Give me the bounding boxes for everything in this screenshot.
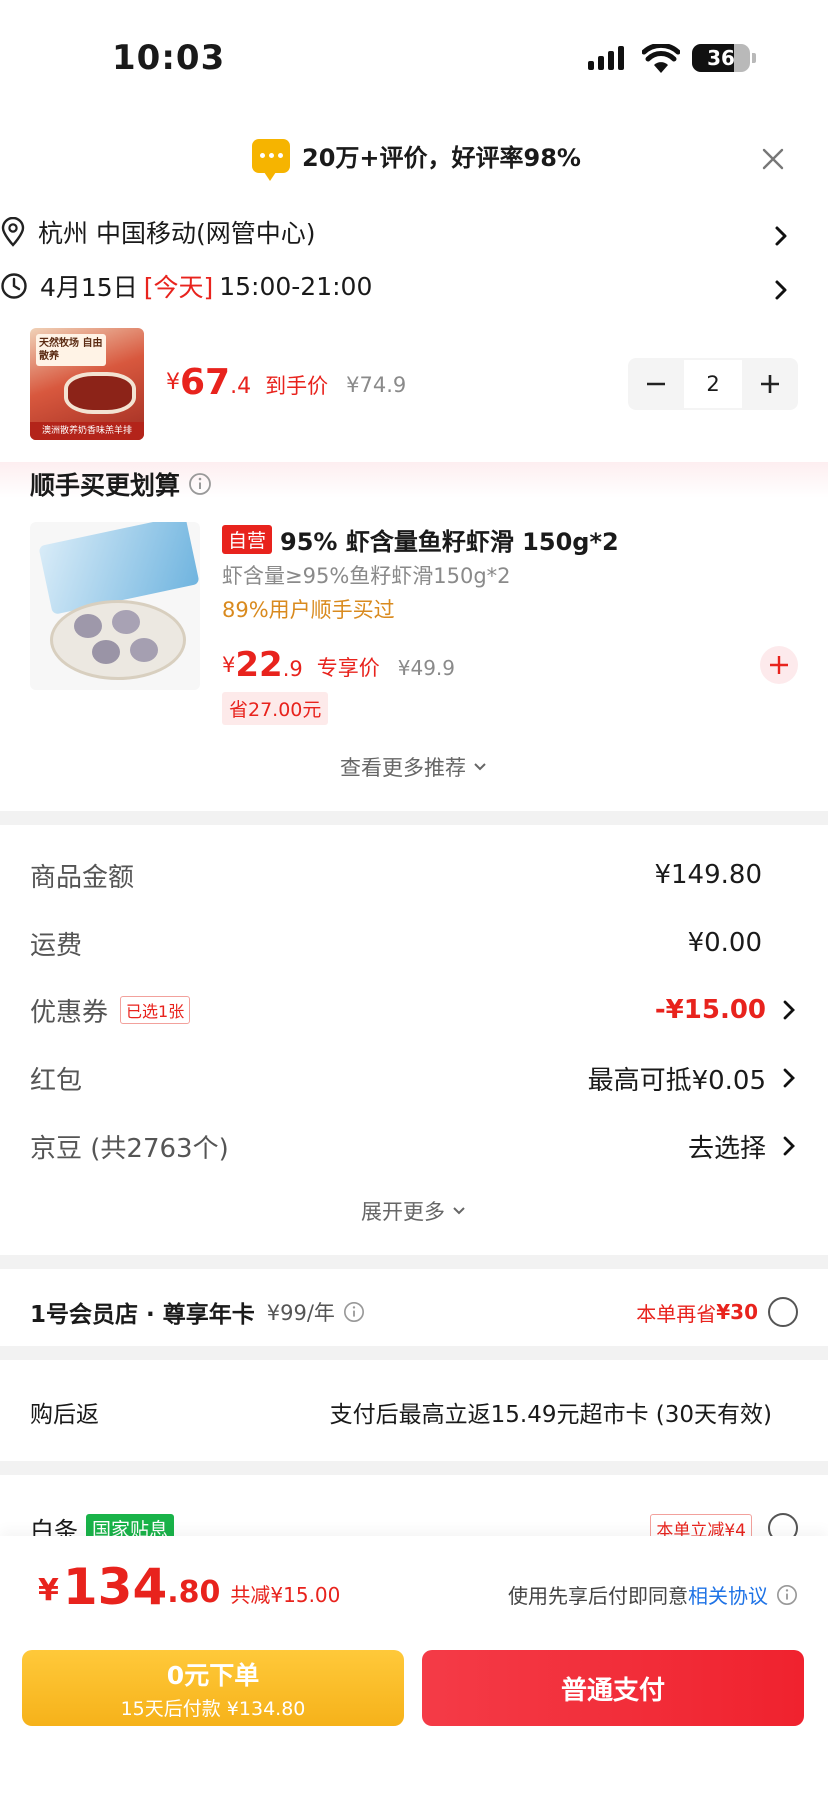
recommend-header: 顺手买更划算 bbox=[30, 466, 212, 502]
recommend-product-spec: 虾含量≥95%鱼籽虾滑150g*2 bbox=[222, 564, 511, 588]
info-icon[interactable] bbox=[188, 472, 212, 496]
coupon-selected-badge: 已选1张 bbox=[120, 996, 191, 1024]
clock-icon bbox=[1, 273, 27, 299]
total-price: ¥ 134 .80 共减¥15.00 bbox=[38, 1558, 341, 1616]
plus-icon bbox=[770, 656, 788, 674]
membership-radio[interactable] bbox=[768, 1297, 798, 1327]
product-image-caption: 天然牧场 自由散养 bbox=[36, 334, 106, 366]
recommend-price: ¥ 22 .9 专享价 ¥49.9 bbox=[222, 645, 456, 685]
close-icon[interactable] bbox=[758, 144, 788, 174]
membership-row[interactable]: 1号会员店 · 尊享年卡 ¥99/年 本单再省 ¥30 bbox=[30, 1292, 798, 1332]
battery-level: 36 bbox=[707, 46, 735, 70]
main-product-price: ¥ 67 .4 到手价 ¥74.9 bbox=[166, 362, 407, 403]
cashback-row: 购后返 支付后最高立返15.49元超市卡 (30天有效) bbox=[30, 1392, 798, 1432]
plus-icon bbox=[761, 375, 779, 393]
price-label: 到手价 bbox=[265, 373, 329, 398]
add-recommend-button[interactable] bbox=[760, 646, 798, 684]
agreement-line: 使用先享后付即同意 相关协议 bbox=[508, 1580, 798, 1609]
chevron-right-icon bbox=[775, 280, 787, 300]
chevron-down-icon bbox=[474, 763, 486, 771]
cellular-signal-icon bbox=[588, 46, 624, 70]
recommend-product-name[interactable]: 95% 虾含量鱼籽虾滑 150g*2 bbox=[280, 522, 619, 557]
status-time: 10:03 bbox=[112, 38, 226, 78]
chat-bubble-icon bbox=[252, 138, 290, 181]
chevron-right-icon bbox=[783, 1000, 795, 1020]
shipping-value: ¥0.00 bbox=[687, 928, 762, 958]
quantity-stepper[interactable]: 2 bbox=[628, 358, 798, 410]
normal-pay-button[interactable]: 普通支付 bbox=[422, 1650, 804, 1726]
product-image-footer: 澳洲散养奶香味羔羊排 bbox=[30, 422, 144, 440]
battery-icon: 36 bbox=[692, 44, 750, 72]
cashback-text: 支付后最高立返15.49元超市卡 (30天有效) bbox=[329, 1402, 772, 1428]
info-icon[interactable] bbox=[343, 1301, 365, 1323]
original-price: ¥74.9 bbox=[346, 372, 407, 397]
delivery-window: 15:00-21:00 bbox=[219, 271, 373, 301]
info-icon[interactable] bbox=[776, 1584, 798, 1606]
more-recommend-link[interactable]: 查看更多推荐 bbox=[0, 752, 828, 782]
shipping-row: 运费 ¥0.00 bbox=[30, 928, 762, 961]
coupon-value: -¥15.00 bbox=[654, 995, 766, 1025]
delivery-date: 4月15日 bbox=[40, 273, 138, 302]
total-reduced: 共减¥15.00 bbox=[230, 1582, 341, 1607]
chevron-down-icon bbox=[453, 1207, 465, 1215]
delivery-today: [今天] bbox=[143, 273, 214, 302]
recommend-title: 顺手买更划算 bbox=[30, 471, 181, 500]
chevron-right-icon bbox=[775, 226, 787, 246]
cashback-label: 购后返 bbox=[30, 1402, 99, 1428]
review-banner: 20万+评价，好评率98% bbox=[252, 138, 581, 181]
increment-button[interactable] bbox=[742, 358, 798, 410]
review-banner-text: 20万+评价，好评率98% bbox=[302, 144, 581, 172]
agreement-link[interactable]: 相关协议 bbox=[688, 1580, 768, 1609]
quantity-field[interactable]: 2 bbox=[684, 358, 742, 410]
self-operated-tag: 自营 bbox=[222, 525, 273, 554]
save-amount-badge: 省27.00元 bbox=[222, 692, 329, 725]
jd-beans-row[interactable]: 京豆 (共2763个) 去选择 bbox=[30, 1126, 798, 1166]
membership-price: ¥99/年 bbox=[266, 1301, 335, 1325]
zero-pay-order-button[interactable]: 0元下单 15天后付款 ¥134.80 bbox=[22, 1650, 404, 1726]
jd-beans-value: 去选择 bbox=[687, 1133, 766, 1164]
expand-more-link[interactable]: 展开更多 bbox=[0, 1196, 828, 1226]
recommend-title-row: 自营 95% 虾含量鱼籽虾滑 150g*2 bbox=[222, 522, 619, 557]
wifi-icon bbox=[642, 44, 680, 73]
red-packet-value: 最高可抵¥0.05 bbox=[587, 1065, 766, 1096]
address-row[interactable]: 杭州 中国移动(网管中心) bbox=[0, 214, 828, 258]
goods-amount-row: 商品金额 ¥149.80 bbox=[30, 860, 762, 893]
minus-icon bbox=[647, 382, 665, 386]
membership-title: 1号会员店 · 尊享年卡 bbox=[30, 1302, 255, 1328]
recommend-bought-rate: 89%用户顺手买过 bbox=[222, 598, 395, 622]
goods-amount-value: ¥149.80 bbox=[654, 860, 762, 890]
delivery-time-row[interactable]: 4月15日 [今天] 15:00-21:00 bbox=[0, 268, 828, 312]
decrement-button[interactable] bbox=[628, 358, 684, 410]
red-packet-row[interactable]: 红包 最高可抵¥0.05 bbox=[30, 1058, 798, 1098]
chevron-right-icon bbox=[783, 1136, 795, 1156]
membership-save: 本单再省 bbox=[636, 1301, 717, 1326]
address-text: 杭州 中国移动(网管中心) bbox=[38, 219, 316, 248]
product-image-lamb-chop[interactable]: 天然牧场 自由散养 澳洲散养奶香味羔羊排 bbox=[30, 328, 144, 440]
coupon-row[interactable]: 优惠券 已选1张 -¥15.00 bbox=[30, 990, 798, 1030]
chevron-right-icon bbox=[783, 1068, 795, 1088]
membership-save-amount: ¥30 bbox=[716, 1300, 758, 1324]
location-pin-icon bbox=[1, 217, 25, 247]
recommend-product-image[interactable] bbox=[30, 522, 200, 690]
